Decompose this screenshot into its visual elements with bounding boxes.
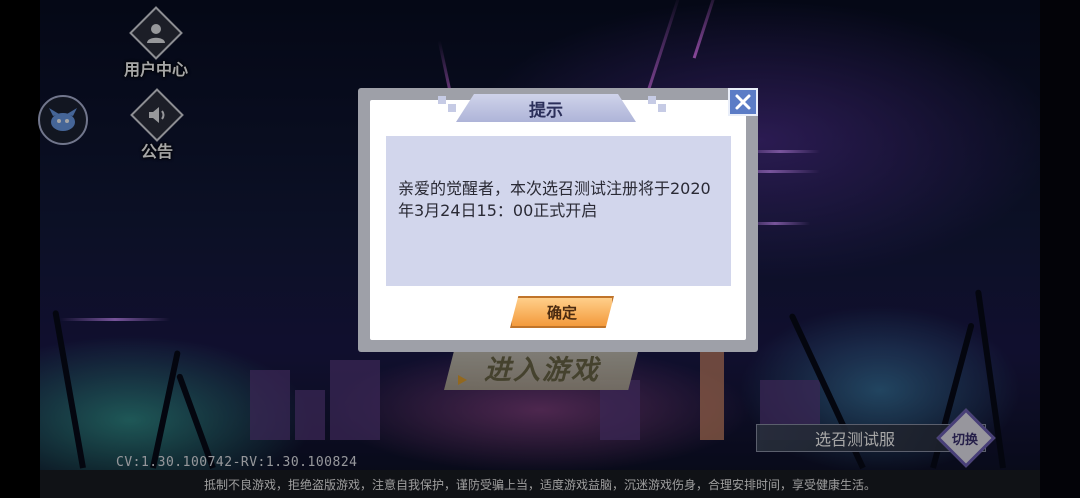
pixel-decoration — [438, 96, 446, 104]
confirm-button-label: 确定 — [546, 303, 577, 322]
close-button[interactable] — [728, 88, 758, 116]
dialog-title-tab: 提示 — [456, 94, 636, 122]
dialog-title: 提示 — [529, 100, 563, 121]
dialog-message-box: 亲爱的觉醒者，本次选召测试注册将于2020年3月24日15：00正式开启 — [386, 136, 731, 286]
close-icon — [735, 94, 751, 110]
pixel-decoration — [648, 96, 656, 104]
confirm-button[interactable]: 确定 — [510, 296, 614, 328]
pixel-decoration — [448, 104, 456, 112]
dialog-message: 亲爱的觉醒者，本次选召测试注册将于2020年3月24日15：00正式开启 — [398, 179, 711, 220]
pixel-decoration — [658, 104, 666, 112]
